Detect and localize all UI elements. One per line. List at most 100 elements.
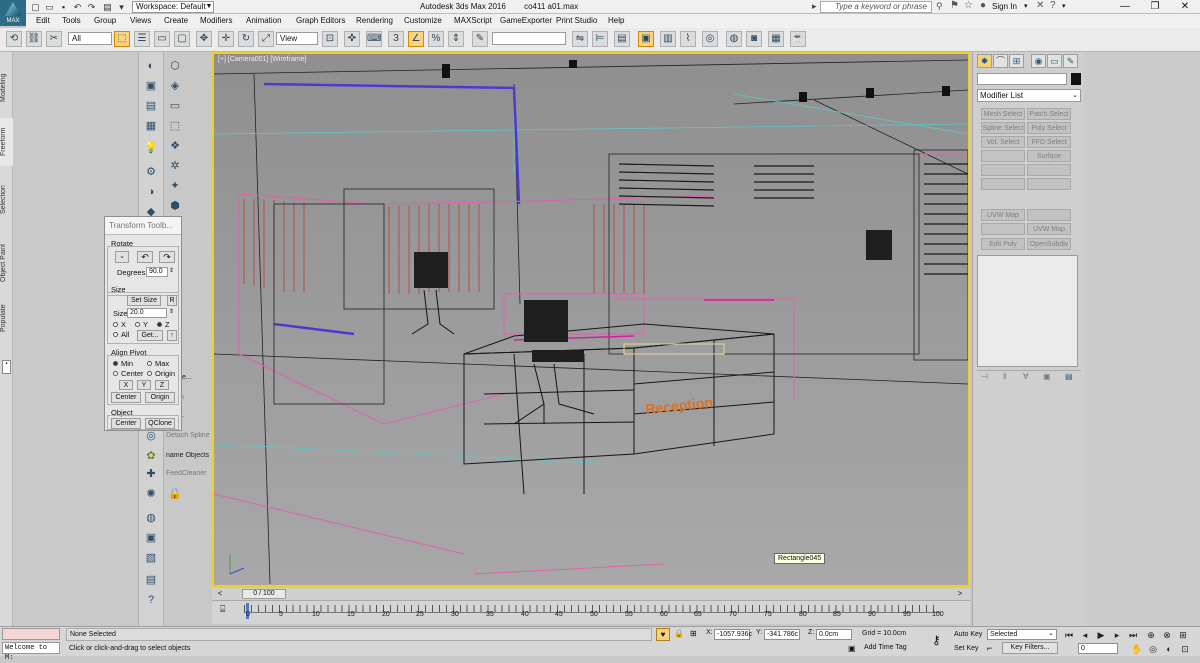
maxscript-mini-listener[interactable]: Welcome to M: [2,642,60,662]
track-bar[interactable]: ⌸ 0 5 10 15 20 25 30 35 40 45 50 55 60 6… [212,600,970,624]
menu-group[interactable]: Group [94,14,116,28]
undo-toolbar-icon[interactable]: ⟲ [6,31,22,47]
set-size-button[interactable]: Set Size [127,295,161,306]
rotate-ccw-icon[interactable]: ↶ [137,251,153,263]
cleaner-icon[interactable]: ✚ [142,466,160,482]
gear-icon[interactable]: ⚙ [142,164,160,180]
ribbon-icon[interactable]: ◈ [166,78,184,94]
question-icon[interactable]: ? [142,592,160,608]
menu-edit[interactable]: Edit [36,14,50,28]
edit-named-selection-icon[interactable]: ✎ [472,31,488,47]
qclone-button[interactable]: QClone [145,418,175,429]
left-item-feedcleaner[interactable]: FeedCleaner [166,470,212,477]
pivot-center-icon[interactable]: ⊡ [322,31,338,47]
uvw-map-button[interactable]: UVW Map [981,209,1025,221]
field-of-view-icon[interactable]: ◐ [1162,643,1176,655]
material-editor-icon[interactable]: ◍ [726,31,742,47]
close-button[interactable]: ✕ [1170,0,1200,14]
auto-key-button[interactable]: Auto Key [954,629,984,640]
remove-modifier-icon[interactable]: ▣ [1043,372,1051,381]
link-icon[interactable]: ⛓ [26,31,42,47]
percent-snap-icon[interactable]: % [428,31,444,47]
globe-icon[interactable]: ◍ [142,510,160,526]
uvw-map-button-2[interactable]: UVW Map [1027,223,1071,235]
menu-print-studio[interactable]: Print Studio [556,14,597,28]
time-slider-thumb[interactable]: 0 / 100 [242,589,286,599]
menu-create[interactable]: Create [164,14,188,28]
key-icon[interactable]: ⚷ [932,633,941,647]
minimize-button[interactable]: — [1110,0,1140,14]
size-up-button[interactable]: ↑ [167,330,177,341]
quick-access-dropdown-icon[interactable]: ▾ [116,1,127,13]
layers-icon[interactable]: ▤ [142,572,160,588]
size-spinner-icon[interactable]: ⇕ [169,308,174,315]
pan-icon[interactable]: ✋ [1130,643,1144,655]
select-scale-icon[interactable]: ⤢ [258,31,274,47]
menu-help[interactable]: Help [608,14,624,28]
pivot-origin-radio[interactable] [147,371,152,376]
degrees-spinner-icon[interactable]: ⇕ [169,267,174,274]
application-menu-button[interactable]: MAX [0,0,26,26]
snaps-toggle-icon[interactable]: 3 [388,31,404,47]
sphere-icon[interactable]: ◐ [142,58,160,74]
edit-poly-button[interactable]: Edit Poly [981,238,1025,250]
modifier-list-dropdown[interactable]: Modifier List ⌄ [977,89,1081,102]
menu-graph-editors[interactable]: Graph Editors [296,14,345,28]
maxscript-mini-listener-top[interactable] [2,628,60,640]
select-move-icon[interactable]: ✥ [196,31,212,47]
menu-tools[interactable]: Tools [62,14,81,28]
motion-tab-icon[interactable]: ◉ [1031,54,1046,68]
lock-icon[interactable]: 🔒 [166,486,184,502]
viewport-label[interactable]: [+] [Camera001] [Wireframe] [218,56,307,63]
modifier-button-empty-3[interactable] [1027,164,1071,176]
spline-select-button[interactable]: Spline Select [981,122,1025,134]
orbit-icon[interactable]: ◎ [1146,643,1160,655]
pivot-center-radio[interactable] [113,371,118,376]
save-icon[interactable]: ▪ [58,1,69,13]
tab-freeform[interactable]: Freeform [0,118,13,166]
absolute-mode-icon[interactable]: ⊞ [690,629,697,638]
window-crossing-icon[interactable]: ▢ [174,31,190,47]
rectangular-selection-icon[interactable]: ▭ [154,31,170,47]
left-item-detach-spline[interactable]: Detach Spline [166,432,212,439]
vol-select-button[interactable]: Vol. Select [981,136,1025,148]
select-manipulate-icon[interactable]: ✜ [344,31,360,47]
redo-icon[interactable]: ↷ [86,1,97,13]
previous-frame-icon[interactable]: ◂ [1078,629,1092,641]
menu-modifiers[interactable]: Modifiers [200,14,232,28]
zoom-extents-icon[interactable]: ⊞ [1176,629,1190,641]
project-folder-icon[interactable]: ▤ [102,1,113,13]
cube-icon[interactable]: ⬚ [166,118,184,134]
transform-toolbox-title[interactable]: Transform Toolb... [105,217,181,235]
viewport-camera[interactable]: Reception [+] [Camera001] [Wireframe] Re… [212,52,970,587]
z-coordinate-field[interactable]: 0.0cm [816,629,852,640]
help-icon[interactable]: ? [1050,0,1056,11]
subscription-icon[interactable]: ⚑ [950,0,959,11]
mirror-icon[interactable]: ⇋ [572,31,588,47]
modify-tab-icon[interactable]: ⌒ [993,54,1008,68]
keyboard-shortcut-icon[interactable]: ⌨ [366,31,382,47]
maximize-viewport-icon[interactable]: ⊡ [1178,643,1192,655]
unlink-icon[interactable]: ✂ [46,31,62,47]
user-icon[interactable]: ● [980,0,986,11]
tab-populate[interactable]: Populate [0,298,13,338]
size-axis-x-radio[interactable] [113,322,118,327]
toggle-icon[interactable]: ◑ [142,184,160,200]
list-icon[interactable]: ▤ [142,98,160,114]
menu-rendering[interactable]: Rendering [356,14,393,28]
cog-icon[interactable]: ✲ [166,158,184,174]
time-slider[interactable]: < 0 / 100 > [212,588,970,600]
hierarchy-tab-icon[interactable]: ⊞ [1009,54,1024,68]
modifier-button-empty-2[interactable] [981,164,1025,176]
isolate-selection-icon[interactable]: ♥ [656,628,670,641]
modifier-button-empty-4[interactable] [981,178,1025,190]
scene-explorer-icon[interactable]: ▣ [638,31,654,47]
tab-selection[interactable]: Selection [0,176,13,224]
layer-manager-icon[interactable]: ▤ [614,31,630,47]
align-icon[interactable]: ⊨ [592,31,608,47]
select-by-name-icon[interactable]: ☰ [134,31,150,47]
search-arrow-icon[interactable]: ▸ [812,1,817,12]
display-tab-icon[interactable]: ▭ [1047,54,1062,68]
pivot-z-button[interactable]: Z [155,380,169,390]
select-rotate-icon[interactable]: ↻ [238,31,254,47]
